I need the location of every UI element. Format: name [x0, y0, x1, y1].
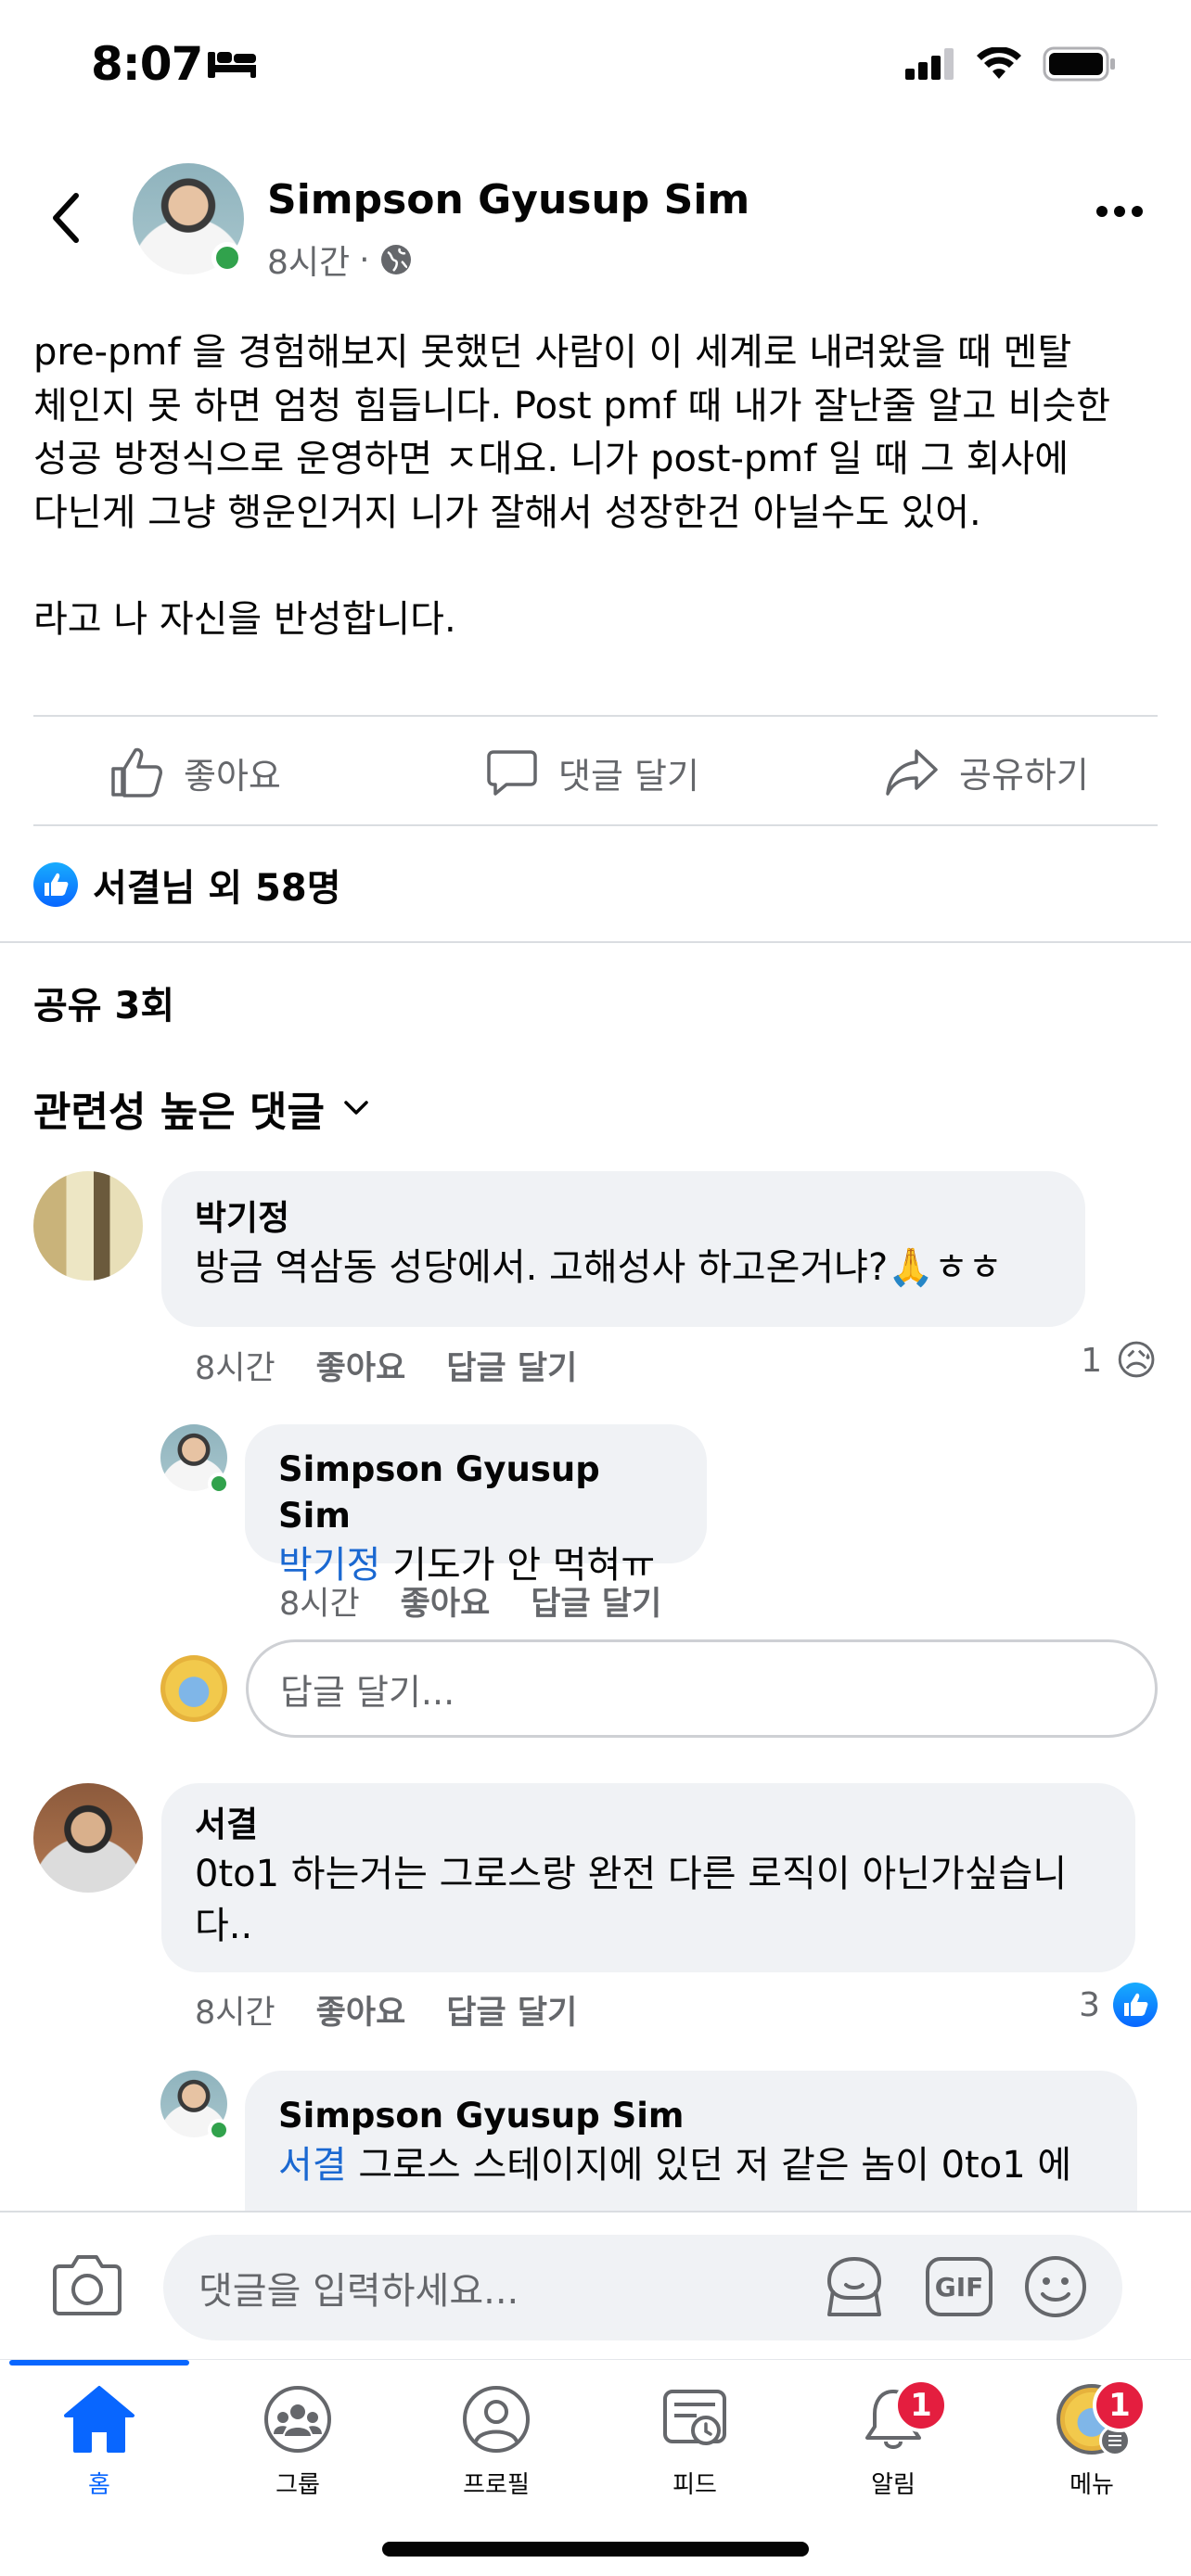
comment-bubble[interactable]: 서결 0to1 하는거는 그로스랑 완전 다른 로직이 아닌가싶습니 다.. — [161, 1783, 1135, 1972]
reply-input-placeholder: 답글 달기... — [280, 1671, 455, 1713]
comment-label: 댓글 달기 — [558, 755, 699, 797]
reply-author-name[interactable]: Simpson Gyusup Sim — [278, 2093, 1104, 2139]
comment-composer: 댓글을 입력하세요... GIF — [0, 2211, 1191, 2359]
comment-sort-dropdown[interactable]: 관련성 높은 댓글 — [33, 1078, 369, 1138]
like-reaction-icon — [1113, 1983, 1158, 2027]
share-label: 공유하기 — [959, 755, 1089, 796]
back-button[interactable] — [45, 190, 91, 246]
battery-icon — [1043, 46, 1115, 82]
commenter-avatar[interactable] — [33, 1783, 143, 1893]
post-meta: 8시간 · — [267, 236, 413, 284]
camera-icon[interactable] — [52, 2251, 122, 2318]
reaction-count: 3 — [1079, 1985, 1100, 2024]
online-status-dot — [208, 1473, 230, 1495]
signal-icon — [905, 48, 954, 80]
reply-author-name[interactable]: Simpson Gyusup Sim — [278, 1447, 673, 1539]
share-arrow-icon — [886, 748, 938, 796]
comment-reply-button[interactable]: 답글 달기 — [446, 1342, 577, 1389]
comment-reactions[interactable]: 3 — [1079, 1983, 1158, 2027]
commenter-avatar[interactable] — [33, 1171, 143, 1281]
comment-time: 8시간 — [195, 1995, 275, 2032]
sort-label: 관련성 높은 댓글 — [33, 1089, 325, 1136]
tab-label: 그룹 — [275, 2471, 320, 2499]
status-indicators — [905, 46, 1117, 82]
tab-label: 홈 — [88, 2471, 110, 2499]
tab-menu[interactable]: 1 메뉴 — [992, 2378, 1191, 2500]
tab-feeds[interactable]: 피드 — [596, 2384, 794, 2500]
comment-text: 방금 역삼동 성당에서. 고해성사 하고온거냐?🙏ㅎㅎ — [195, 1246, 1003, 1289]
emoji-icon[interactable] — [1022, 2253, 1089, 2320]
share-count[interactable]: 공유 3회 — [33, 976, 174, 1029]
avatar-sticker-icon[interactable] — [820, 2253, 889, 2322]
sad-reaction-icon: 😥 — [1115, 1337, 1158, 1384]
online-status-dot — [208, 2119, 230, 2141]
sleep-focus-icon — [208, 52, 256, 78]
tab-home[interactable]: 홈 — [0, 2384, 198, 2500]
commenter-name[interactable]: 박기정 — [195, 1195, 1052, 1242]
comment-input-placeholder: 댓글을 입력하세요... — [198, 2270, 519, 2313]
divider — [33, 824, 1158, 826]
comment-bubble-icon — [487, 750, 537, 796]
comment-meta: 8시간 좋아요 답글 달기 — [195, 1342, 577, 1389]
tab-groups[interactable]: 그룹 — [198, 2384, 397, 2500]
gif-label: GIF — [934, 2271, 984, 2302]
comment-button[interactable]: 댓글 달기 — [486, 746, 699, 798]
thumbs-up-icon — [111, 747, 162, 797]
share-button[interactable]: 공유하기 — [885, 746, 1089, 797]
divider — [33, 715, 1158, 717]
tab-label: 피드 — [672, 2471, 717, 2499]
globe-icon — [380, 245, 411, 274]
comment-text: 0to1 하는거는 그로스랑 완전 다른 로직이 아닌가싶습니 다.. — [195, 1853, 1068, 1947]
profile-icon — [463, 2386, 530, 2453]
tab-label: 알림 — [871, 2471, 916, 2499]
post-time: 8시간 — [267, 244, 351, 282]
status-time: 8:07 — [91, 37, 203, 91]
commenter-name[interactable]: 서결 — [195, 1802, 1102, 1848]
section-divider — [0, 941, 1191, 943]
chevron-down-icon — [344, 1101, 368, 1115]
comment-like-button[interactable]: 좋아요 — [316, 1986, 406, 2034]
groups-icon — [264, 2386, 331, 2453]
menu-badge: 1 — [1093, 2378, 1146, 2432]
like-reaction-icon — [33, 862, 78, 907]
reply-input[interactable]: 답글 달기... — [246, 1639, 1158, 1738]
tab-label: 프로필 — [463, 2471, 530, 2499]
reaction-count: 1 — [1081, 1342, 1103, 1380]
gif-icon[interactable]: GIF — [926, 2257, 992, 2316]
tab-label: 메뉴 — [1069, 2471, 1114, 2499]
active-tab-indicator — [9, 2360, 189, 2366]
comment-like-button[interactable]: 좋아요 — [316, 1342, 406, 1389]
reply-meta: 8시간 좋아요 답글 달기 — [279, 1577, 661, 1625]
reply-reply-button[interactable]: 답글 달기 — [531, 1577, 661, 1625]
reactions-text: 서결님 외 58명 — [93, 867, 341, 910]
author-name[interactable]: Simpson Gyusup Sim — [267, 176, 749, 223]
post-body: pre-pmf 을 경험해보지 못했던 사람이 이 세계로 내려왔을 때 멘탈 … — [33, 331, 1111, 641]
current-user-avatar — [160, 1655, 227, 1722]
tab-profile[interactable]: 프로필 — [397, 2384, 596, 2500]
comment-bubble[interactable]: 박기정 방금 역삼동 성당에서. 고해성사 하고온거냐?🙏ㅎㅎ — [161, 1171, 1085, 1327]
home-indicator — [382, 2542, 809, 2557]
reply-like-button[interactable]: 좋아요 — [401, 1577, 491, 1625]
reply-text: 그로스 스테이지에 있던 저 같은 놈이 0to1 에 — [346, 2144, 1072, 2187]
comment-time: 8시간 — [195, 1350, 275, 1387]
notification-badge: 1 — [894, 2378, 948, 2432]
reply-bubble[interactable]: Simpson Gyusup Sim 박기정 기도가 안 먹혀ㅠ — [245, 1424, 707, 1587]
online-status-dot — [211, 242, 243, 274]
like-button[interactable]: 좋아요 — [109, 746, 281, 798]
tab-notifications[interactable]: 1 알림 — [794, 2378, 992, 2500]
comment-meta: 8시간 좋아요 답글 달기 — [195, 1986, 577, 2034]
wifi-icon — [977, 47, 1021, 79]
comment-reply-button[interactable]: 답글 달기 — [446, 1986, 577, 2034]
reply-time: 8시간 — [279, 1586, 360, 1623]
meta-separator: · — [359, 240, 370, 279]
feeds-icon — [663, 2390, 726, 2445]
status-bar: 8:07 — [0, 0, 1191, 139]
comment-reactions[interactable]: 1 😥 — [1081, 1337, 1158, 1384]
like-label: 좋아요 — [184, 755, 281, 797]
post-action-bar: 좋아요 댓글 달기 공유하기 — [0, 719, 1191, 826]
more-options-button[interactable] — [1096, 206, 1143, 217]
reactions-summary[interactable]: 서결님 외 58명 — [33, 858, 341, 912]
home-icon — [64, 2386, 134, 2453]
mention-link[interactable]: 서결 — [278, 2144, 347, 2187]
